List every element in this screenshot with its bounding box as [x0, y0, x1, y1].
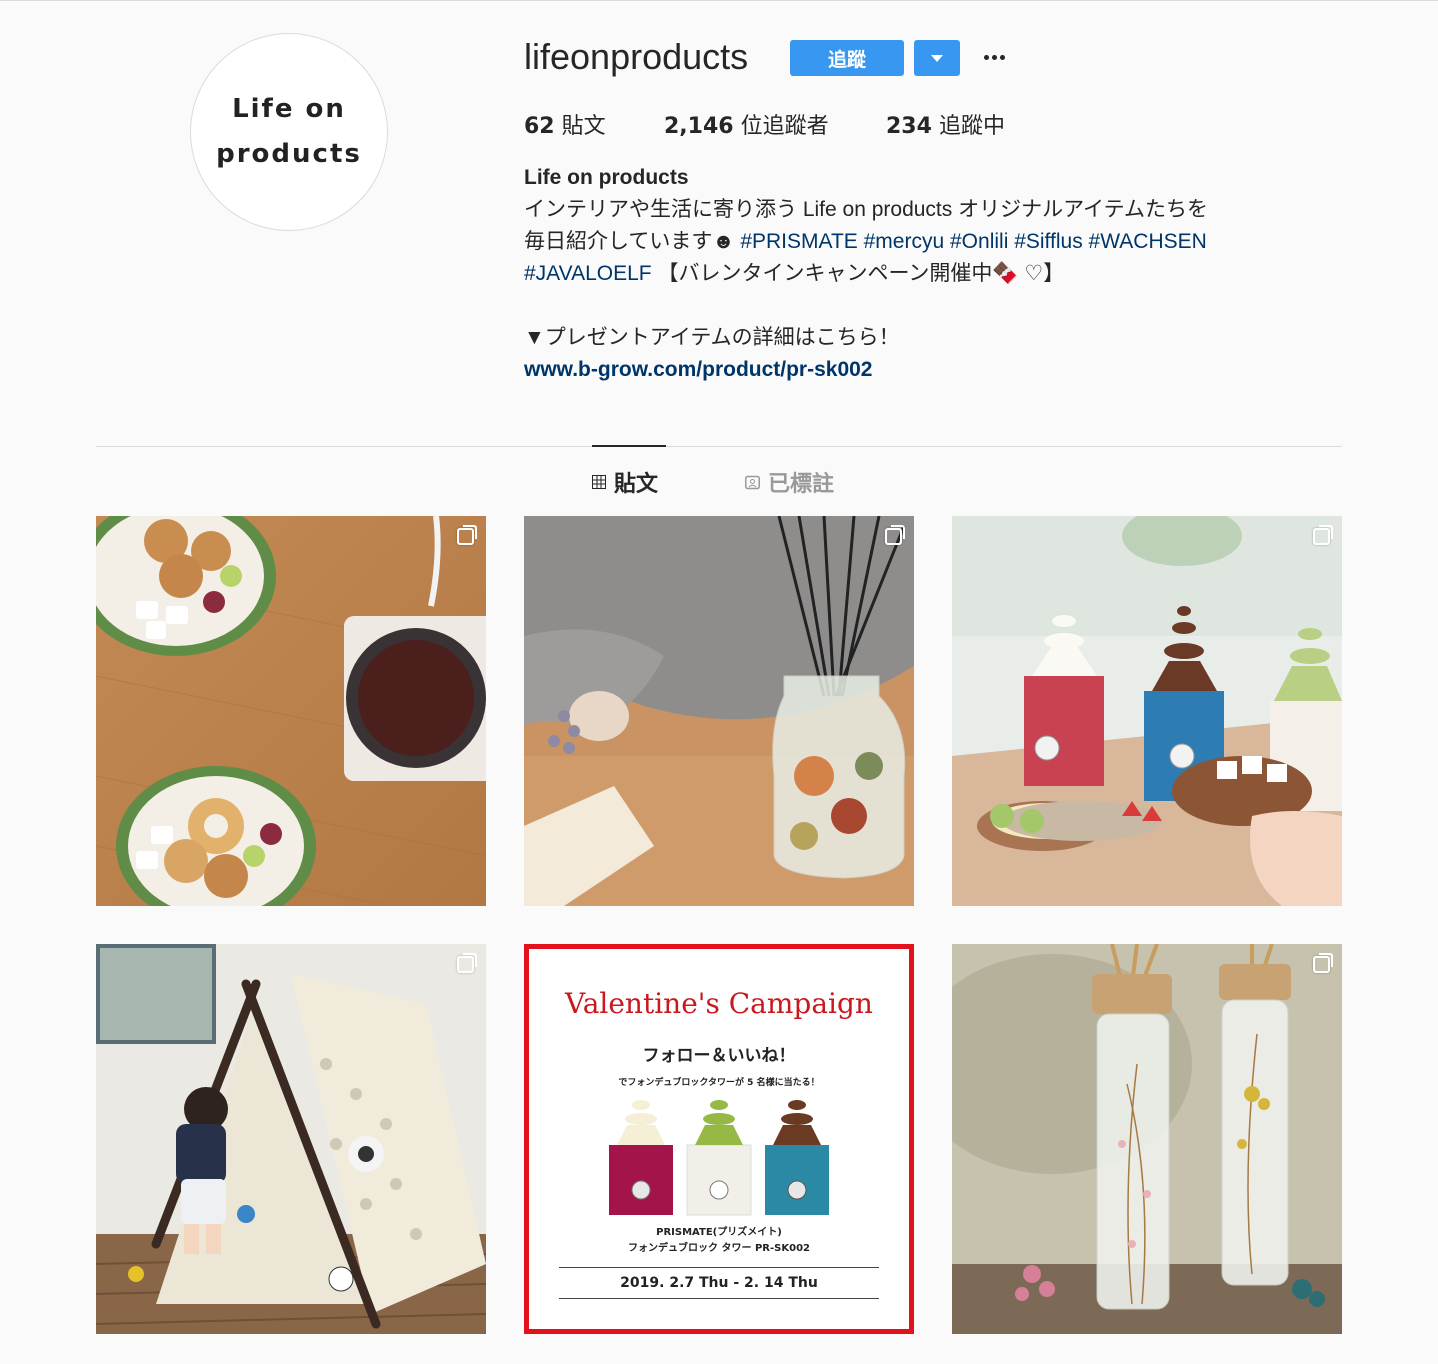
avatar-text-line2: products	[216, 139, 362, 169]
chocolate-fountains-photo	[952, 516, 1342, 906]
grid-icon	[592, 475, 606, 489]
tab-tagged[interactable]: 已標註	[745, 466, 834, 498]
kids-tent-photo	[96, 944, 486, 1334]
avatar[interactable]: Life on products	[190, 33, 388, 231]
tab-tagged-label: 已標註	[768, 472, 835, 497]
posts-label: 貼文	[561, 114, 606, 139]
reed-diffuser-photo	[524, 516, 914, 906]
hashtag-link[interactable]: #PRISMATE	[740, 230, 857, 253]
follow-button[interactable]: 追蹤	[790, 40, 904, 76]
fondue-towers-illustration	[609, 1100, 829, 1216]
bio-spacer	[524, 290, 1344, 322]
top-border	[0, 0, 1438, 1]
bio-line2-text: 毎日紹介しています☻	[524, 230, 735, 253]
campaign-subtitle2: でフォンデュブロックタワーが 5 名様に当たる！	[618, 1078, 820, 1088]
valentine-campaign-post[interactable]: Valentine's Campaign フォロー＆いいね！ でフォンデュブロッ…	[524, 944, 914, 1334]
campaign-text: 【バレンタインキャンペーン開催中🍫 ♡】	[657, 262, 1065, 285]
active-tab-indicator	[592, 445, 666, 447]
posts-stat: 62 貼文	[524, 108, 606, 140]
tab-posts[interactable]: 貼文	[592, 466, 658, 498]
multiple-posts-icon	[457, 525, 477, 545]
campaign-subtitle: フォロー＆いいね！	[642, 1046, 796, 1066]
hashtag-link[interactable]: #WACHSEN	[1089, 230, 1207, 253]
campaign-product: PRISMATE(プリズメイト) フォンデュブロック タワー PR-SK002	[529, 1225, 909, 1257]
dot-icon	[991, 54, 997, 60]
post-thumbnail[interactable]	[96, 944, 486, 1334]
post-thumbnail[interactable]	[952, 516, 1342, 906]
bio-line1: インテリアや生活に寄り添う Life on products オリジナルアイテム…	[524, 198, 1208, 221]
dot-icon	[999, 54, 1005, 60]
multiple-posts-icon	[1313, 525, 1333, 545]
posts-count: 62	[524, 114, 555, 139]
campaign-product-line2: フォンデュブロック タワー PR-SK002	[628, 1243, 810, 1254]
dot-icon	[983, 54, 989, 60]
followers-count: 2,146	[664, 114, 734, 139]
tagged-person-icon	[745, 475, 760, 489]
hashtag-link[interactable]: #mercyu	[864, 230, 945, 253]
hashtag-link[interactable]: #Sifflus	[1014, 230, 1083, 253]
website-link[interactable]: www.b-grow.com/product/pr-sk002	[524, 358, 873, 381]
chevron-down-icon	[931, 54, 943, 62]
tabs-divider	[96, 446, 1342, 447]
multiple-posts-icon	[1313, 953, 1333, 973]
fondue-cookies-photo	[96, 516, 486, 906]
campaign-date: 2019. 2.7 Thu - 2. 14 Thu	[559, 1267, 879, 1299]
followers-stat[interactable]: 2,146 位追蹤者	[664, 108, 829, 140]
bio-line3: #JAVALOELF 【バレンタインキャンペーン開催中🍫 ♡】	[524, 258, 1344, 290]
post-thumbnail[interactable]	[952, 944, 1342, 1334]
post-thumbnail[interactable]	[96, 516, 486, 906]
present-text: ▼プレゼントアイテムの詳細はこちら！	[524, 326, 900, 349]
suggestions-dropdown-button[interactable]	[914, 40, 960, 76]
bio-line2: 毎日紹介しています☻ #PRISMATE #mercyu #Onlili #Si…	[524, 226, 1344, 258]
avatar-text-line1: Life on	[232, 94, 346, 124]
bio: Life on products インテリアや生活に寄り添う Life on p…	[524, 162, 1344, 386]
profile-name: Life on products	[524, 166, 689, 189]
following-stat[interactable]: 234 追蹤中	[886, 108, 1005, 140]
herbarium-diffuser-photo	[952, 944, 1342, 1334]
post-thumbnail[interactable]	[524, 516, 914, 906]
multiple-posts-icon	[885, 525, 905, 545]
hashtag-link[interactable]: #JAVALOELF	[524, 262, 652, 285]
tab-posts-label: 貼文	[614, 472, 659, 497]
campaign-title: Valentine's Campaign	[565, 987, 873, 1020]
following-label: 追蹤中	[938, 114, 1005, 139]
username: lifeonproducts	[524, 36, 749, 77]
campaign-product-line1: PRISMATE(プリズメイト)	[656, 1227, 782, 1238]
following-count: 234	[886, 114, 932, 139]
followers-label: 位追蹤者	[740, 114, 829, 139]
more-options-button[interactable]	[980, 42, 1008, 72]
hashtag-link[interactable]: #Onlili	[950, 230, 1008, 253]
multiple-posts-icon	[457, 953, 477, 973]
